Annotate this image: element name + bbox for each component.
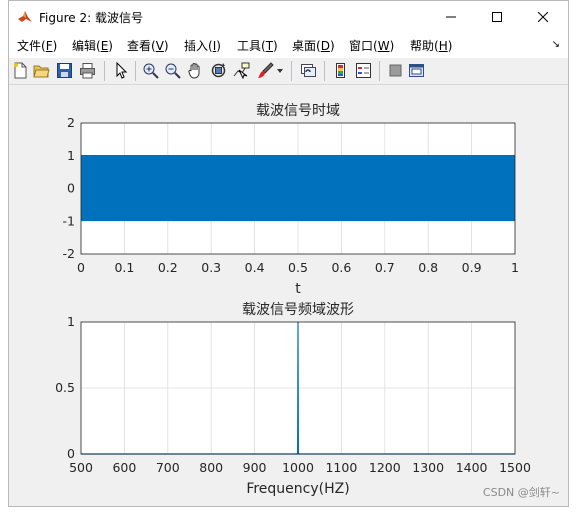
x-tick-label: 0.6	[331, 260, 351, 275]
x-tick-label: 600	[112, 460, 136, 475]
y-tick-label: 0	[67, 446, 75, 461]
x-tick-label: 1100	[325, 460, 357, 475]
x-tick-label: 1000	[282, 460, 314, 475]
x-tick-labels: 0 0.1 0.2 0.3 0.4 0.5 0.6 0.7 0.8 0.9 1	[77, 260, 519, 275]
figure-canvas: 0 0.1 0.2 0.3 0.4 0.5 0.6 0.7 0.8 0.9 1 2 1 0 -1 -2 载波…	[55, 103, 531, 497]
x-tick-labels: 500 600 700 800 900 1000 1100 1200 1300 1400 1500	[69, 460, 531, 475]
x-tick-label: 1400	[456, 460, 488, 475]
x-tick-label: 0.7	[375, 260, 395, 275]
time-domain-title: 载波信号时域	[256, 103, 340, 119]
x-tick-label: 0.3	[201, 260, 221, 275]
x-tick-label: 0.4	[245, 260, 265, 275]
x-tick-label: 0.9	[462, 260, 482, 275]
y-tick-label: -1	[63, 213, 75, 228]
y-tick-label: 0	[67, 181, 75, 196]
x-tick-label: 700	[156, 460, 180, 475]
x-tick-label: 1	[511, 260, 519, 275]
x-tick-label: 1300	[412, 460, 444, 475]
x-tick-label: 1200	[369, 460, 401, 475]
x-tick-label: 0.8	[418, 260, 438, 275]
carrier-signal-band	[81, 155, 515, 221]
figure-window: Figure 2: 载波信号 文件(F) 编辑(E) 查看(V) 插入(I) 工…	[8, 0, 569, 507]
x-tick-label: 0.1	[114, 260, 134, 275]
time-domain-xlabel: t	[295, 281, 301, 297]
x-tick-label: 0.2	[158, 260, 178, 275]
y-tick-labels: 10.50	[55, 314, 75, 461]
x-tick-label: 500	[69, 460, 93, 475]
x-tick-label: 0	[77, 260, 85, 275]
x-tick-label: 1500	[499, 460, 531, 475]
y-tick-label: -2	[63, 246, 75, 261]
y-tick-label: 2	[67, 115, 75, 130]
y-tick-labels: 2 1 0 -1 -2	[63, 115, 76, 261]
frequency-domain-title: 载波信号频域波形	[242, 302, 354, 318]
frequency-domain-axes[interactable]: 500 600 700 800 900 1000 1100 1200 1300 1400 1500 …	[55, 302, 531, 497]
x-tick-label: 800	[199, 460, 223, 475]
y-tick-label: 1	[67, 314, 75, 329]
x-tick-label: 0.5	[288, 260, 308, 275]
frequency-domain-xlabel: Frequency(HZ)	[246, 481, 349, 497]
y-tick-label: 0.5	[55, 380, 75, 395]
watermark: CSDN @剑轩~	[482, 486, 560, 499]
y-tick-label: 1	[67, 148, 75, 163]
time-domain-axes[interactable]: 0 0.1 0.2 0.3 0.4 0.5 0.6 0.7 0.8 0.9 1 2 1 0 -1 -2 载波…	[63, 103, 519, 297]
x-tick-label: 900	[243, 460, 267, 475]
